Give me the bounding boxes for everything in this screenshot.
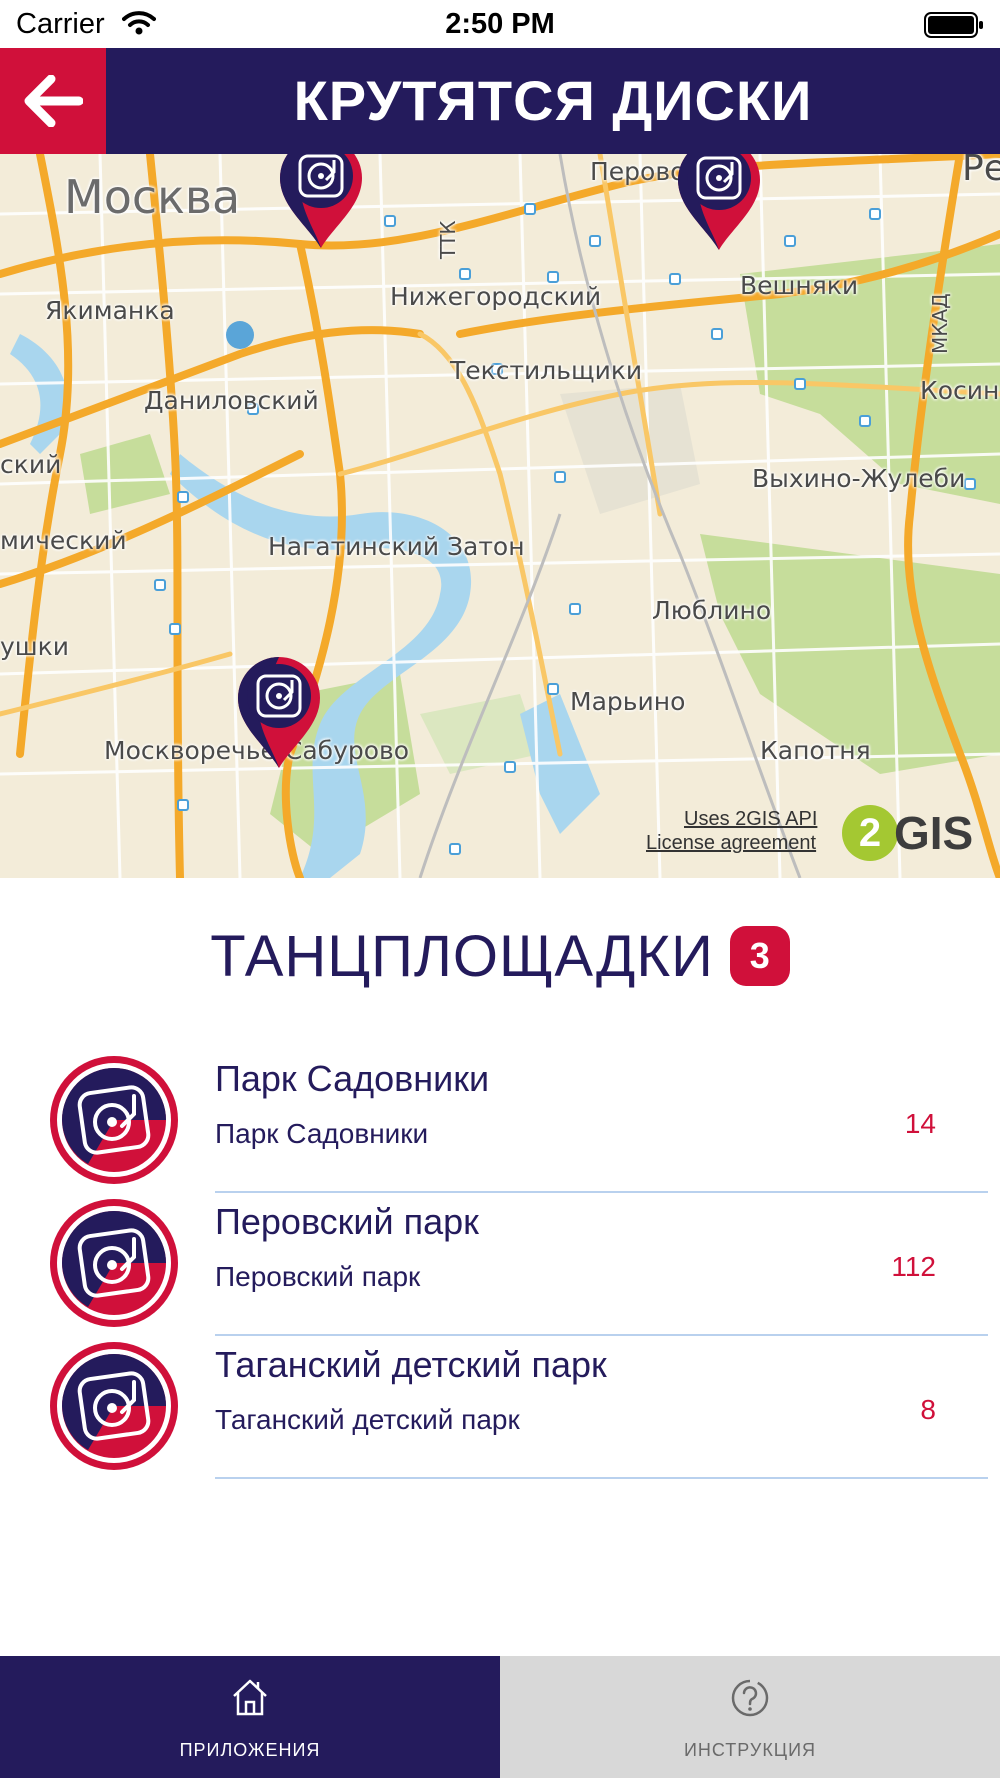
map-pin-turntable[interactable] bbox=[236, 656, 322, 770]
clock: 2:50 PM bbox=[445, 8, 555, 40]
tab-instructions[interactable]: ИНСТРУКЦИЯ bbox=[500, 1656, 1000, 1778]
turntable-pin-icon bbox=[238, 657, 320, 768]
map-label-kapotnya: Капотня bbox=[760, 736, 871, 765]
map-pin-turntable[interactable] bbox=[278, 154, 364, 250]
api-attribution-link[interactable]: Uses 2GIS API bbox=[684, 808, 817, 831]
tab-bar: ПРИЛОЖЕНИЯ ИНСТРУКЦИЯ bbox=[0, 1656, 1000, 1778]
venue-title: Парк Садовники bbox=[215, 1058, 490, 1099]
venue-subtitle: Таганский детский парк bbox=[215, 1404, 520, 1435]
venue-count: 14 bbox=[904, 1108, 936, 1139]
license-agreement-link[interactable]: License agreement bbox=[646, 832, 816, 855]
status-bar: Carrier 2:50 PM bbox=[0, 0, 1000, 48]
section-header: ТАНЦПЛОЩАДКИ 3 bbox=[0, 918, 1000, 994]
map-label-lyublino: Люблино bbox=[652, 596, 772, 625]
venue-count: 8 bbox=[920, 1394, 936, 1425]
turntable-pin-icon bbox=[280, 154, 362, 248]
battery-icon bbox=[924, 12, 984, 43]
help-icon bbox=[731, 1679, 769, 1717]
list-item[interactable]: Таганский детский парк Таганский детский… bbox=[0, 1336, 1000, 1479]
divider bbox=[215, 1477, 988, 1479]
map-label-marino: Марьино bbox=[570, 687, 686, 716]
map-label-ushki: ушки bbox=[0, 632, 70, 661]
tab-label: ИНСТРУКЦИЯ bbox=[683, 1740, 817, 1760]
tab-label: ПРИЛОЖЕНИЯ bbox=[179, 1740, 321, 1760]
map-label-mkad: МКАД bbox=[928, 293, 952, 354]
map-label-kosino: Косин bbox=[920, 376, 1000, 405]
venue-subtitle: Перовский парк bbox=[215, 1261, 421, 1292]
turntable-icon bbox=[50, 1199, 178, 1327]
venue-subtitle: Парк Садовники bbox=[215, 1118, 429, 1149]
map-label-yakimanka: Якиманка bbox=[45, 296, 175, 325]
venue-title: Перовский парк bbox=[215, 1201, 479, 1242]
list-item[interactable]: Парк Садовники Парк Садовники 14 bbox=[0, 1050, 1000, 1193]
turntable-icon bbox=[50, 1056, 178, 1184]
page-title: КРУТЯТСЯ ДИСКИ bbox=[293, 69, 813, 132]
tab-applications[interactable]: ПРИЛОЖЕНИЯ bbox=[0, 1656, 500, 1778]
venue-title: Таганский детский парк bbox=[215, 1344, 607, 1385]
list-item[interactable]: Перовский парк Перовский парк 112 bbox=[0, 1193, 1000, 1336]
venue-count: 112 bbox=[891, 1251, 936, 1282]
map-label-moskva: Москва bbox=[64, 170, 241, 224]
map-label-perovo: Перово bbox=[590, 157, 686, 186]
home-icon bbox=[233, 1679, 267, 1716]
arrow-left-icon bbox=[24, 75, 83, 127]
map-label-tekstilshchiki: Текстильщики bbox=[450, 356, 643, 385]
venue-list: Парк Садовники Парк Садовники 14 Перовск… bbox=[0, 1050, 1000, 1479]
map-base bbox=[0, 154, 1000, 878]
section-title: ТАНЦПЛОЩАДКИ bbox=[210, 923, 714, 989]
map-label-ttk: ТТК bbox=[436, 220, 460, 259]
map-label-nizhegorodsky: Нижегородский bbox=[390, 282, 602, 311]
map-label-vykhino: Выхино-Жулеби bbox=[752, 464, 966, 493]
map-view[interactable]: Москва Перово Ре ТТК Нижегородский Вешня… bbox=[0, 154, 1000, 878]
back-button[interactable] bbox=[0, 48, 106, 154]
map-pin-turntable[interactable] bbox=[676, 154, 762, 252]
map-label-danilovsky: Даниловский bbox=[144, 386, 319, 415]
map-label-sky: ский bbox=[0, 450, 62, 479]
header-bar: КРУТЯТСЯ ДИСКИ bbox=[0, 48, 1000, 154]
count-badge: 3 bbox=[729, 926, 790, 986]
map-label-veshnyaki: Вешняки bbox=[740, 271, 859, 300]
2gis-logo-mark: 2 bbox=[842, 805, 898, 861]
turntable-icon bbox=[50, 1342, 178, 1470]
2gis-logo: 2 GIS bbox=[842, 804, 973, 862]
map-label-michesky: мический bbox=[0, 526, 127, 555]
map-label-re: Ре bbox=[962, 154, 1000, 189]
turntable-pin-icon bbox=[678, 154, 760, 250]
map-label-nagatinsky: Нагатинский Затон bbox=[268, 532, 525, 561]
2gis-logo-text: GIS bbox=[894, 807, 974, 859]
